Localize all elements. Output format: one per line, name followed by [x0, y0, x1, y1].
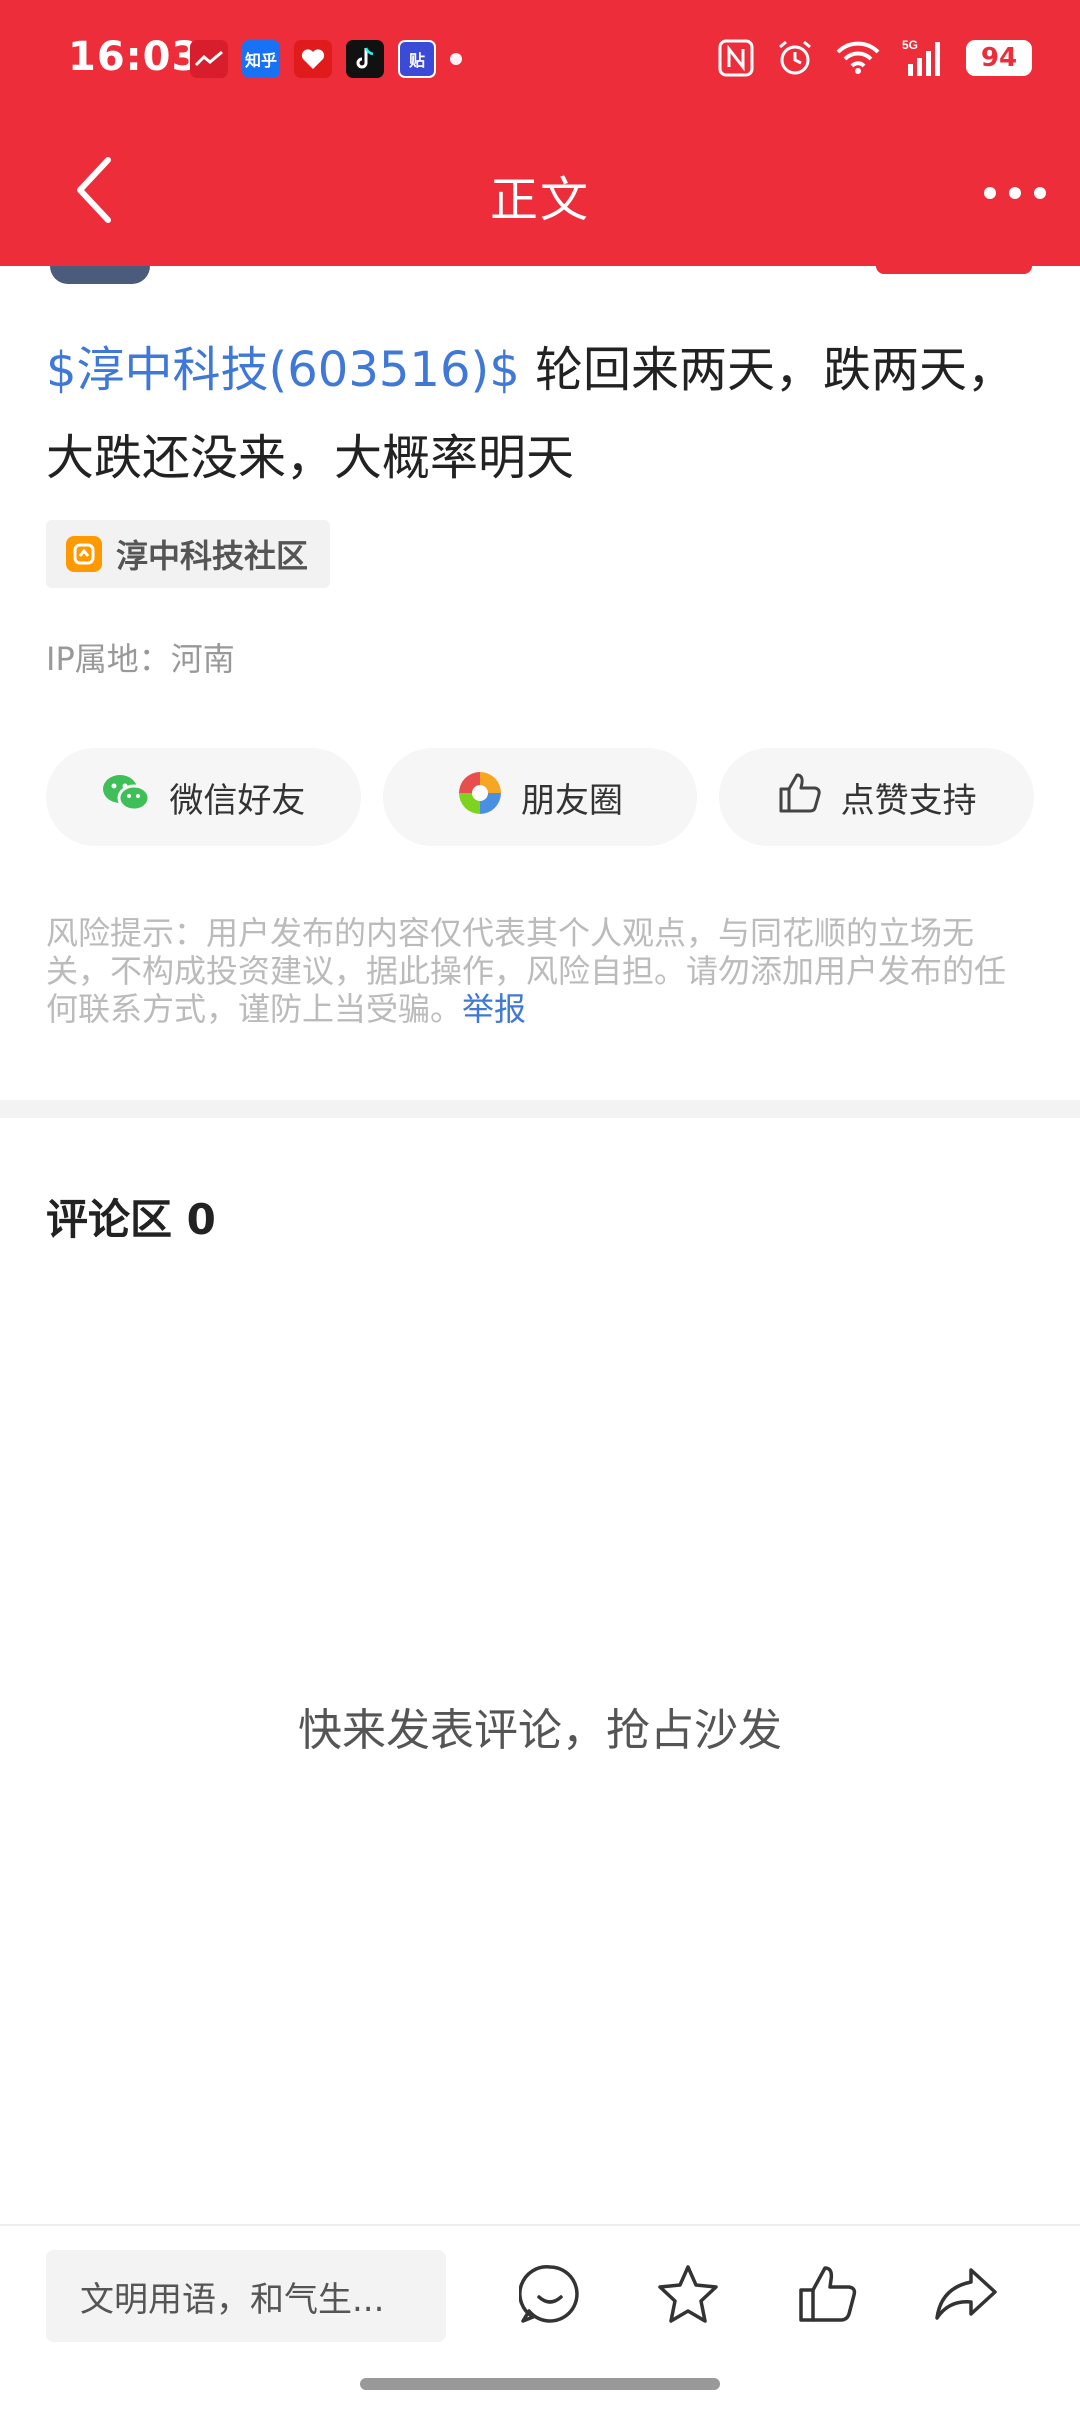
more-notifications-dot	[450, 53, 462, 65]
page-title: 正文	[489, 172, 590, 228]
community-tag-label: 淳中科技社区	[116, 537, 309, 575]
share-moments-button[interactable]: 朋友圈	[382, 748, 698, 846]
report-link[interactable]: 举报	[462, 990, 526, 1028]
comments-title: 评论区 0	[46, 1195, 216, 1244]
home-indicator[interactable]	[360, 2378, 720, 2390]
tiktok-icon	[346, 40, 384, 78]
share-moments-label: 朋友圈	[521, 780, 623, 821]
share-actions: 微信好友 朋友圈 点赞支持	[46, 748, 1035, 846]
signal-5g-icon: 5G	[902, 38, 944, 78]
heart-app-icon	[294, 40, 332, 78]
share-icon	[935, 2268, 997, 2320]
like-button[interactable]	[792, 2258, 864, 2330]
author-avatar[interactable]	[50, 266, 150, 284]
post-content: $淳中科技(603516)$ 轮回来两天，跌两天，大跌还没来，大概率明天	[46, 326, 1036, 502]
wechat-icon	[101, 772, 151, 823]
emoji-icon	[519, 2265, 579, 2323]
stock-link[interactable]: $淳中科技(603516)$	[46, 342, 520, 398]
follow-button[interactable]	[876, 266, 1032, 274]
emoji-button[interactable]	[514, 2258, 586, 2330]
battery-icon: 94	[966, 40, 1032, 76]
svg-text:5G: 5G	[902, 38, 918, 52]
community-tag[interactable]: 淳中科技社区	[46, 520, 331, 588]
share-wechat-label: 微信好友	[169, 780, 306, 821]
stock-app-icon	[190, 40, 228, 78]
comments-empty-state: 快来发表评论，抢占沙发	[298, 1705, 782, 1756]
share-button[interactable]	[930, 2258, 1002, 2330]
section-divider	[0, 1100, 1080, 1118]
ip-location: IP属地：河南	[46, 640, 235, 678]
more-options-button[interactable]	[980, 178, 1050, 208]
like-support-button[interactable]: 点赞支持	[719, 748, 1035, 846]
like-support-label: 点赞支持	[840, 780, 977, 821]
zhihu-icon: 知乎	[242, 40, 280, 78]
comment-input[interactable]: 文明用语，和气生...	[46, 2250, 446, 2342]
thumbs-up-icon	[799, 2266, 857, 2322]
moments-icon	[457, 770, 503, 825]
favorite-button[interactable]	[652, 2258, 724, 2330]
nfc-icon	[718, 39, 754, 77]
status-time: 16:03	[68, 34, 201, 80]
alarm-icon	[776, 39, 814, 77]
community-icon	[66, 536, 102, 572]
tieba-icon: 贴	[398, 40, 436, 78]
system-icons: 5G 94	[718, 38, 1032, 78]
share-wechat-button[interactable]: 微信好友	[46, 748, 361, 846]
star-icon	[658, 2265, 718, 2323]
thumbs-up-icon	[777, 771, 823, 824]
wifi-icon	[836, 41, 880, 75]
notification-icons: 知乎 贴	[190, 40, 462, 78]
risk-disclaimer: 风险提示：用户发布的内容仅代表其个人观点，与同花顺的立场无关，不构成投资建议，据…	[46, 914, 1036, 1028]
top-bar: 16:03 知乎 贴 5G 94 正文	[0, 0, 1080, 266]
